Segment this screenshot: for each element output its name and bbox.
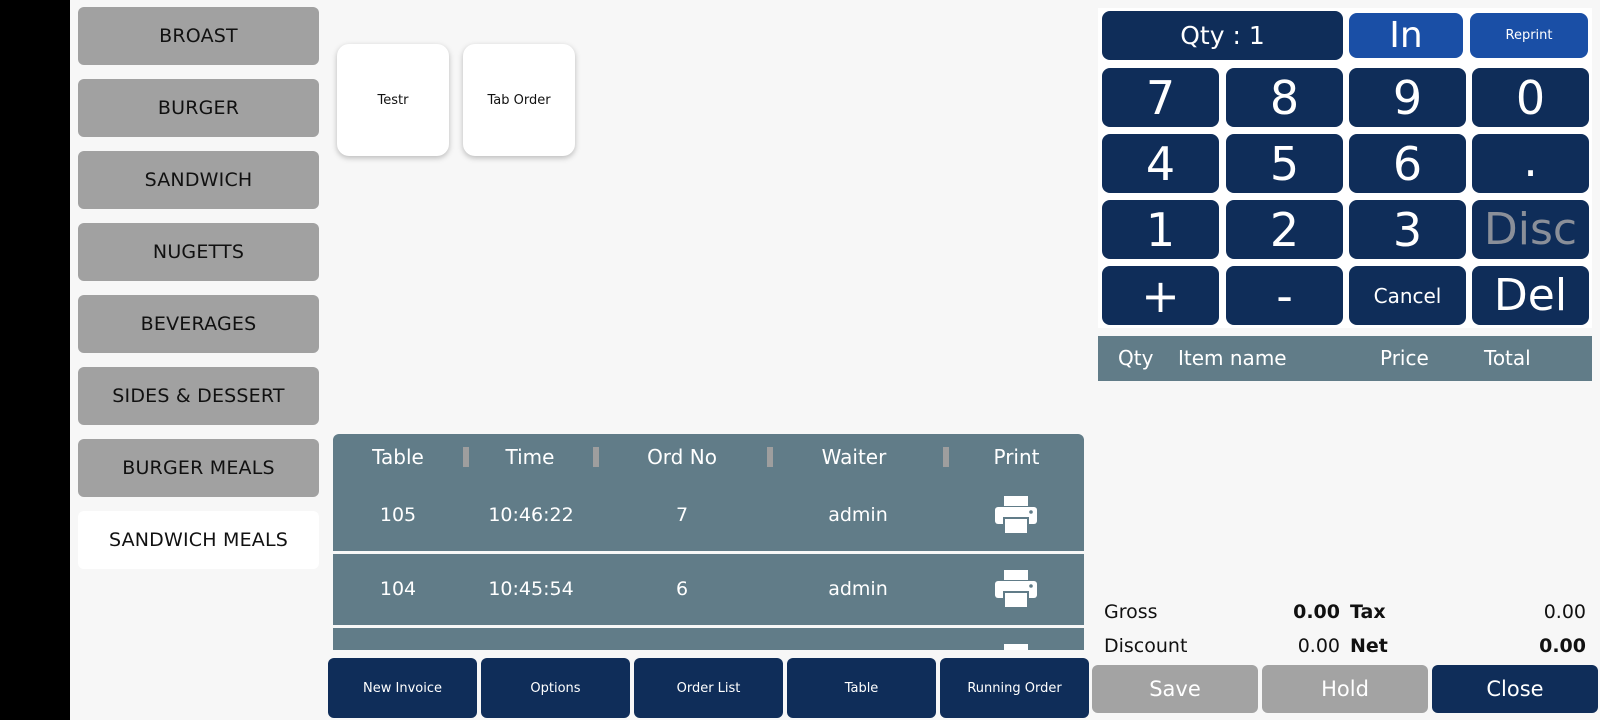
- key-0[interactable]: 0: [1472, 68, 1589, 127]
- key-plus[interactable]: +: [1102, 266, 1219, 325]
- category-beverages[interactable]: BEVERAGES: [78, 295, 319, 353]
- table-row[interactable]: 105 10:46:22 7 admin: [333, 480, 1084, 551]
- reprint-button[interactable]: Reprint: [1470, 13, 1588, 58]
- net-value: 0.00: [1539, 635, 1586, 657]
- cancel-button[interactable]: Cancel: [1349, 266, 1466, 325]
- table-row[interactable]: 104 10:45:54 6 admin: [333, 554, 1084, 625]
- gross-value: 0.00: [1293, 601, 1340, 623]
- running-orders-table: Table Time Ord No Waiter Print 105 10:46…: [333, 434, 1084, 650]
- printer-icon[interactable]: [993, 494, 1039, 536]
- item-testr[interactable]: Testr: [337, 44, 449, 156]
- order-number: 6: [675, 578, 689, 600]
- order-time: 10:46:22: [488, 504, 574, 526]
- qty-display[interactable]: Qty : 1: [1102, 11, 1343, 60]
- table-row[interactable]: [333, 628, 1084, 650]
- item-list-body: [1098, 381, 1592, 596]
- order-waiter: admin: [828, 578, 888, 600]
- tax-label: Tax: [1350, 601, 1386, 623]
- order-list-button[interactable]: Order List: [634, 658, 783, 718]
- category-nugetts[interactable]: NUGETTS: [78, 223, 319, 281]
- header-ord-no: Ord No: [647, 445, 717, 469]
- key-1[interactable]: 1: [1102, 200, 1219, 259]
- header-total: Total: [1484, 346, 1531, 370]
- table-button[interactable]: Table: [787, 658, 936, 718]
- item-list-header: Qty Item name Price Total: [1098, 336, 1592, 381]
- key-3[interactable]: 3: [1349, 200, 1466, 259]
- key-9[interactable]: 9: [1349, 68, 1466, 127]
- options-button[interactable]: Options: [481, 658, 630, 718]
- tax-value: 0.00: [1543, 601, 1586, 623]
- gross-label: Gross: [1104, 601, 1158, 623]
- order-time: 10:45:54: [488, 578, 574, 600]
- net-label: Net: [1350, 635, 1388, 657]
- discount-button[interactable]: Disc: [1472, 200, 1589, 259]
- category-burger[interactable]: BURGER: [78, 79, 319, 137]
- category-sandwich[interactable]: SANDWICH: [78, 151, 319, 209]
- orders-header: Table Time Ord No Waiter Print: [333, 434, 1084, 480]
- key-decimal[interactable]: .: [1472, 133, 1589, 193]
- header-price: Price: [1380, 346, 1429, 370]
- category-sandwich-meals[interactable]: SANDWICH MEALS: [78, 511, 319, 569]
- key-6[interactable]: 6: [1349, 134, 1466, 193]
- save-button[interactable]: Save: [1092, 665, 1258, 713]
- key-7[interactable]: 7: [1102, 68, 1219, 127]
- new-invoice-button[interactable]: New Invoice: [328, 658, 477, 718]
- category-broast[interactable]: BROAST: [78, 7, 319, 65]
- key-5[interactable]: 5: [1226, 134, 1343, 193]
- running-order-button[interactable]: Running Order: [940, 658, 1089, 718]
- key-minus[interactable]: -: [1226, 266, 1343, 325]
- order-table: 105: [379, 504, 417, 526]
- category-sides-dessert[interactable]: SIDES & DESSERT: [78, 367, 319, 425]
- hold-button[interactable]: Hold: [1262, 665, 1428, 713]
- header-time: Time: [505, 445, 555, 469]
- delete-button[interactable]: Del: [1472, 266, 1589, 325]
- discount-label: Discount: [1104, 635, 1188, 657]
- order-number: 7: [675, 504, 689, 526]
- printer-icon[interactable]: [993, 568, 1039, 610]
- key-4[interactable]: 4: [1102, 134, 1219, 193]
- item-tab-order[interactable]: Tab Order: [463, 44, 575, 156]
- order-table: 104: [379, 578, 417, 600]
- header-waiter: Waiter: [821, 445, 887, 469]
- close-button[interactable]: Close: [1432, 665, 1598, 713]
- header-item-name: Item name: [1178, 346, 1287, 370]
- in-button[interactable]: In: [1349, 13, 1463, 58]
- key-2[interactable]: 2: [1226, 200, 1343, 259]
- header-table: Table: [372, 445, 424, 469]
- discount-value: 0.00: [1297, 635, 1340, 657]
- left-sidebar-strip: [0, 0, 70, 720]
- order-waiter: admin: [828, 504, 888, 526]
- key-8[interactable]: 8: [1226, 68, 1343, 127]
- printer-icon[interactable]: [993, 642, 1039, 650]
- header-qty: Qty: [1118, 346, 1154, 370]
- header-print: Print: [993, 445, 1040, 469]
- category-burger-meals[interactable]: BURGER MEALS: [78, 439, 319, 497]
